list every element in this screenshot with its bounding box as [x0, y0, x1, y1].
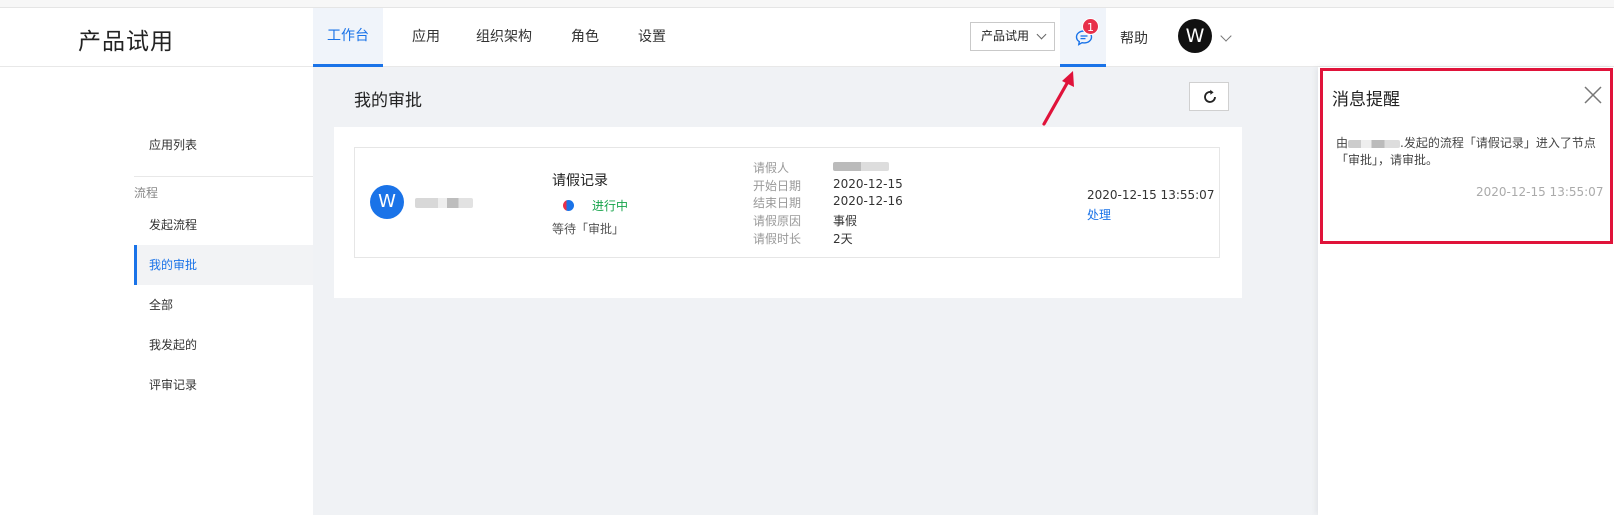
tab-org-structure[interactable]: 组织架构	[472, 8, 536, 67]
unread-badge: 1	[1082, 18, 1099, 35]
annotation-highlight-box	[1320, 68, 1613, 244]
field-label-applicant: 请假人	[753, 161, 790, 175]
account-chevron-icon[interactable]	[1220, 30, 1232, 42]
product-select-value: 产品试用	[981, 29, 1030, 43]
app-title: 产品试用	[78, 29, 174, 55]
chevron-down-icon	[1036, 29, 1047, 40]
status-dot-icon	[563, 200, 574, 211]
help-link[interactable]: 帮助	[1120, 28, 1148, 48]
field-label-end-date: 结束日期	[753, 196, 802, 210]
approval-time: 2020-12-15 13:55:07	[1087, 188, 1215, 202]
top-header: 产品试用 工作台 应用 组织架构 角色 设置 产品试用 1 帮助 W	[0, 0, 1614, 67]
approval-list-panel: W 请假记录 进行中 等待「审批」 请假人 开始日期 2020-12-15 结束…	[334, 127, 1242, 298]
field-value-reason: 事假	[833, 214, 858, 228]
approval-card[interactable]: W 请假记录 进行中 等待「审批」 请假人 开始日期 2020-12-15 结束…	[354, 147, 1220, 258]
refresh-button[interactable]	[1189, 82, 1229, 111]
field-value-end-date: 2020-12-16	[833, 194, 903, 208]
field-label-reason: 请假原因	[753, 214, 802, 228]
sidebar-item-all[interactable]: 全部	[134, 285, 313, 325]
tab-roles[interactable]: 角色	[563, 8, 607, 67]
sidebar-item-initiated-by-me[interactable]: 我发起的	[134, 325, 313, 365]
sidebar: 应用列表 流程 发起流程 我的审批 全部 我发起的 评审记录	[0, 67, 313, 515]
approval-title: 请假记录	[552, 173, 608, 189]
sidebar-item-review-records[interactable]: 评审记录	[134, 365, 313, 405]
status-text: 进行中	[592, 199, 629, 213]
messages-button[interactable]: 1	[1060, 8, 1106, 67]
applicant-name-redacted	[415, 198, 473, 208]
annotation-arrow	[1042, 71, 1074, 126]
sidebar-group-process: 流程	[134, 186, 159, 200]
field-label-duration: 请假时长	[753, 232, 802, 246]
field-value-applicant-redacted	[833, 162, 889, 171]
field-value-start-date: 2020-12-15	[833, 177, 903, 191]
product-select[interactable]: 产品试用	[970, 22, 1055, 51]
field-value-duration: 2天	[833, 232, 853, 246]
tab-settings[interactable]: 设置	[630, 8, 674, 67]
process-link[interactable]: 处理	[1087, 206, 1111, 223]
sidebar-item-app-list[interactable]: 应用列表	[134, 125, 313, 165]
waiting-node: 等待「审批」	[552, 222, 625, 236]
tab-apps[interactable]: 应用	[404, 8, 448, 67]
sidebar-item-my-approvals[interactable]: 我的审批	[134, 245, 313, 285]
applicant-avatar: W	[370, 185, 404, 219]
refresh-icon	[1204, 89, 1216, 103]
tab-workbench[interactable]: 工作台	[313, 8, 383, 67]
sidebar-divider	[134, 176, 313, 177]
field-label-start-date: 开始日期	[753, 179, 802, 193]
user-avatar[interactable]: W	[1178, 19, 1212, 53]
page-title: 我的审批	[354, 91, 422, 111]
sidebar-item-start-process[interactable]: 发起流程	[134, 205, 313, 245]
